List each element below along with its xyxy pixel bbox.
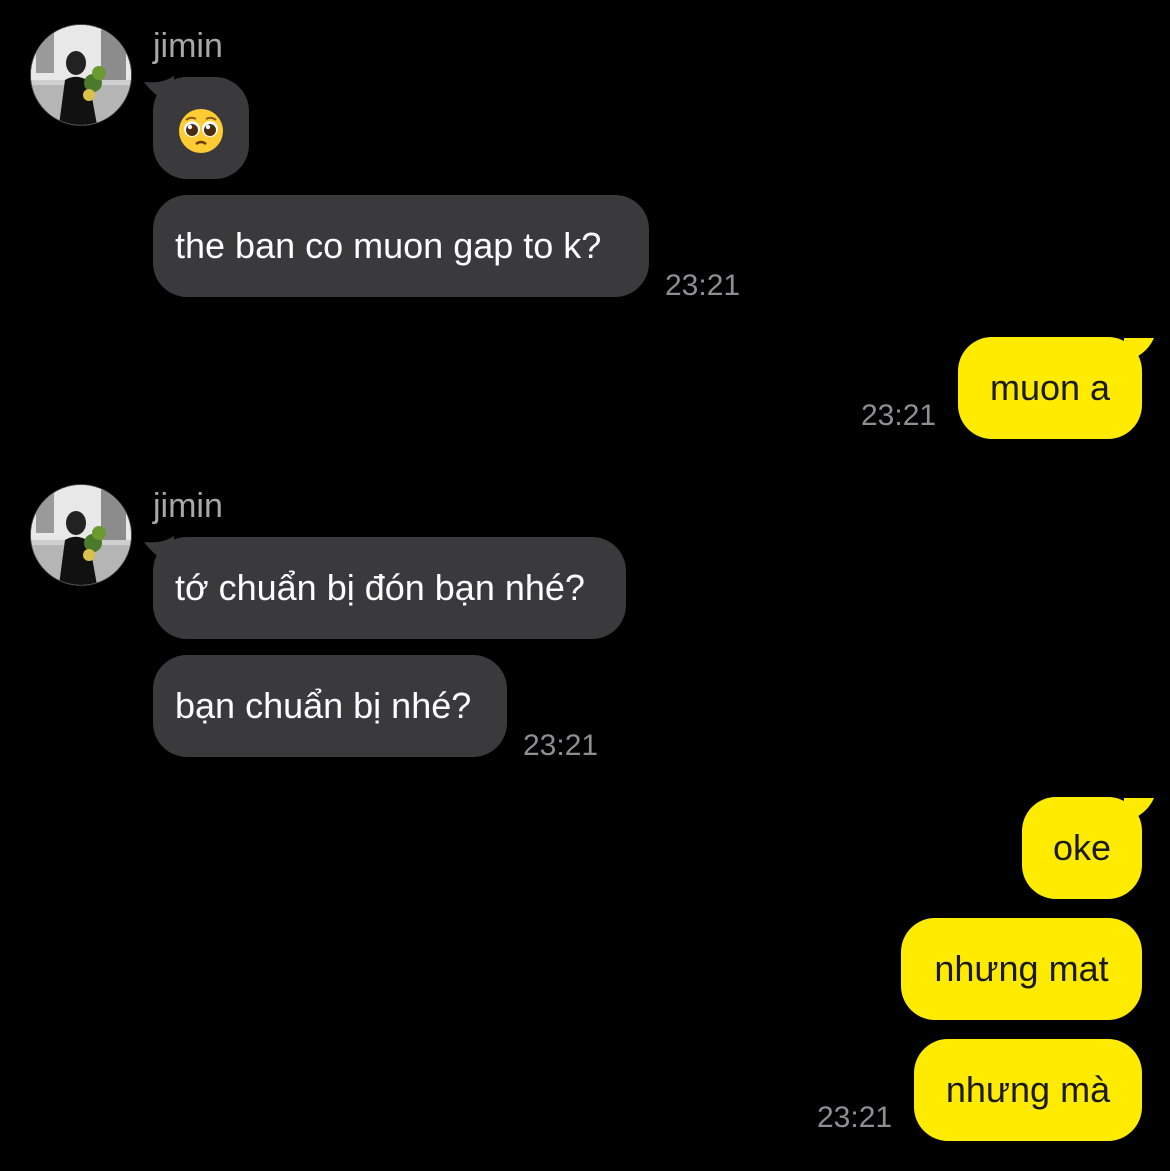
bubble-tail-icon bbox=[1124, 338, 1154, 362]
message-timestamp: 23:21 bbox=[817, 1101, 893, 1134]
message-bubble-incoming[interactable] bbox=[153, 77, 249, 179]
message-bubble-outgoing[interactable]: nhưng mat bbox=[901, 918, 1142, 1020]
message-bubble-outgoing[interactable]: nhưng mà bbox=[914, 1039, 1142, 1141]
sender-avatar[interactable] bbox=[30, 484, 132, 586]
sender-name: jimin bbox=[153, 487, 223, 525]
sender-name: jimin bbox=[153, 27, 223, 65]
message-timestamp: 23:21 bbox=[523, 729, 599, 762]
avatar-photo-icon bbox=[31, 25, 131, 125]
message-bubble-outgoing[interactable]: muon a bbox=[958, 337, 1142, 439]
message-timestamp: 23:21 bbox=[861, 399, 937, 432]
bubble-tail-icon bbox=[1124, 798, 1154, 822]
sender-avatar[interactable] bbox=[30, 24, 132, 126]
pleading-face-emoji-icon bbox=[179, 109, 223, 153]
message-bubble-incoming[interactable]: the ban co muon gap to k? bbox=[153, 195, 649, 297]
avatar-photo-icon bbox=[31, 485, 131, 585]
message-timestamp: 23:21 bbox=[665, 269, 741, 302]
message-bubble-incoming[interactable]: tớ chuẩn bị đón bạn nhé? bbox=[153, 537, 626, 639]
message-bubble-incoming[interactable]: bạn chuẩn bị nhé? bbox=[153, 655, 507, 757]
